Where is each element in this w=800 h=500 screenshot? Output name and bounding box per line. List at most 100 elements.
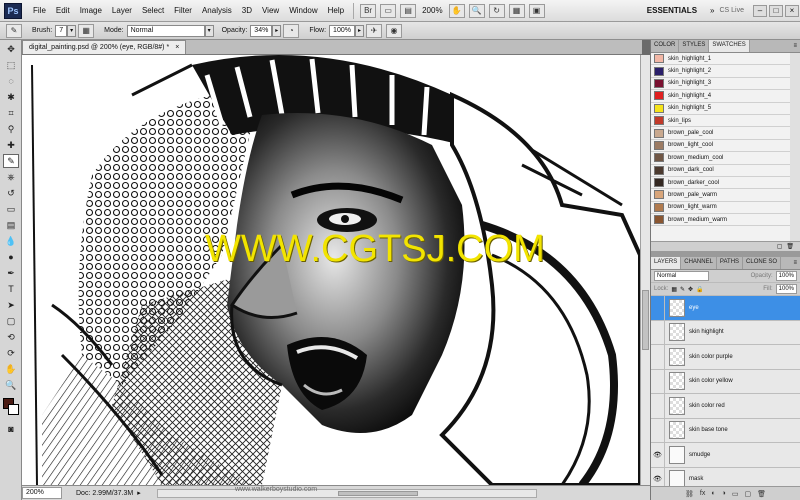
link-icon[interactable]: ⛓ [685,490,694,498]
mini-bridge-icon[interactable]: ▭ [380,3,397,18]
layer-name[interactable]: skin highlight [689,329,724,335]
eye-icon[interactable] [651,418,665,443]
trash-icon[interactable]: 🗑 [757,490,766,498]
new-layer-icon[interactable]: ▢ [744,490,751,498]
tab-channels[interactable]: CHANNEL [681,257,717,269]
layer-row[interactable]: skin color purple [651,344,800,370]
arrange-documents-icon[interactable]: ▦ [508,3,525,18]
menu-select[interactable]: Select [137,0,169,22]
tab-color[interactable]: COLOR [651,40,680,52]
swatch-item[interactable]: brown_pale_cool [651,127,790,140]
swatch-item[interactable]: brown_medium_warm [651,214,790,227]
swatch-item[interactable]: skin_lips [651,115,790,128]
cs-live[interactable]: CS Live [719,7,752,14]
eye-icon[interactable]: 👁 [651,467,665,486]
close-icon[interactable]: × [785,4,799,17]
eye-icon[interactable] [651,344,665,369]
rotate-view-icon[interactable]: ↻ [488,3,505,18]
panel-menu-icon[interactable]: ≡ [790,41,800,52]
scroll-thumb[interactable] [642,290,649,350]
eye-icon[interactable] [651,320,665,345]
color-swatches[interactable] [1,396,21,418]
layer-row[interactable]: 👁 mask [651,467,800,486]
layer-row[interactable]: skin base tone [651,418,800,443]
chevron-right-icon[interactable]: ▸ [272,24,282,37]
shape-tool-icon[interactable]: ▢ [3,314,19,328]
layer-name[interactable]: skin color red [689,403,725,409]
tab-layers[interactable]: LAYERS [651,257,682,269]
path-selection-tool-icon[interactable]: ➤ [3,298,19,312]
menu-window[interactable]: Window [284,0,322,22]
lock-all-icon[interactable]: 🔒 [696,286,703,293]
dodge-tool-icon[interactable]: ● [3,250,19,264]
menu-view[interactable]: View [257,0,284,22]
layer-row[interactable]: 👁 smudge [651,442,800,468]
horizontal-scrollbar[interactable] [156,488,537,498]
eraser-tool-icon[interactable]: ▭ [3,202,19,216]
background-color[interactable] [8,404,19,415]
zoom-tool-icon[interactable]: 🔍 [468,3,485,18]
menu-3d[interactable]: 3D [237,0,257,22]
layer-row[interactable]: eye [651,296,800,321]
type-tool-icon[interactable]: T [3,282,19,296]
healing-brush-tool-icon[interactable]: ✚ [3,138,19,152]
move-tool-icon[interactable]: ✥ [3,42,19,56]
minimize-icon[interactable]: – [753,4,767,17]
new-swatch-icon[interactable]: ▢ [777,243,783,250]
swatch-item[interactable]: brown_pale_warm [651,189,790,202]
brush-tool-preset-icon[interactable]: ✎ [6,23,22,38]
adjustment-icon[interactable]: ◑ [722,490,726,497]
tab-swatches[interactable]: SWATCHES [709,40,750,52]
panel-menu-icon[interactable]: ≡ [790,258,800,269]
pressure-opacity-icon[interactable]: ◔ [283,23,300,38]
brush-size-picker[interactable]: 7 [55,24,68,37]
vertical-scrollbar[interactable] [640,55,650,485]
swatch-item[interactable]: brown_medium_cool [651,152,790,165]
layer-name[interactable]: eye [689,305,699,311]
brush-panel-icon[interactable]: ▦ [78,23,95,38]
chevron-down-icon[interactable]: ▾ [67,24,77,37]
lock-transparency-icon[interactable]: ▦ [671,286,677,293]
mode-select[interactable]: Normal [126,24,205,37]
opacity-field[interactable]: 34% [250,24,273,37]
maximize-icon[interactable]: □ [769,4,783,17]
trash-icon[interactable]: 🗑 [786,243,794,250]
crop-tool-icon[interactable]: ⌗ [3,106,19,120]
document-size-info[interactable]: Doc: 2.99M/37.3M [76,490,133,497]
flow-field[interactable]: 100% [329,24,355,37]
3d-camera-tool-icon[interactable]: ⟳ [3,346,19,360]
scroll-thumb[interactable] [337,490,418,496]
layer-opacity-field[interactable]: 100% [775,271,797,281]
menu-image[interactable]: Image [75,0,107,22]
screen-mode-icon[interactable]: ▣ [528,3,545,18]
eye-icon[interactable] [651,369,665,394]
lock-position-icon[interactable]: ✥ [688,286,693,293]
airbrush-icon[interactable]: ✈ [365,23,382,38]
layer-row[interactable]: skin color yellow [651,369,800,394]
mask-icon[interactable]: ◐ [711,490,715,497]
chevron-right-icon[interactable]: ▸ [137,489,141,497]
menu-file[interactable]: File [28,0,51,22]
clone-stamp-tool-icon[interactable]: ⎈ [3,170,19,184]
document-tab[interactable]: digital_painting.psd @ 200% (eye, RGB/8#… [22,40,187,54]
chevron-right-icon[interactable]: ▸ [354,24,364,37]
tab-styles[interactable]: STYLES [679,40,710,52]
menu-filter[interactable]: Filter [169,0,197,22]
menu-help[interactable]: Help [323,0,349,22]
pressure-size-icon[interactable]: ◉ [385,23,402,38]
layer-name[interactable]: skin color purple [689,354,733,360]
layer-row[interactable]: skin color red [651,393,800,419]
layer-fill-field[interactable]: 100% [775,284,797,294]
layer-name[interactable]: mask [689,476,703,482]
eye-icon[interactable]: 👁 [651,442,665,467]
layer-name[interactable]: smudge [689,452,710,458]
3d-rotate-tool-icon[interactable]: ⟲ [3,330,19,344]
chevron-down-icon[interactable]: ▾ [204,24,214,37]
close-icon[interactable]: × [175,41,179,54]
blend-mode-select[interactable]: Normal [654,271,709,281]
swatch-item[interactable]: skin_highlight_2 [651,65,790,78]
swatch-item[interactable]: brown_dark_cool [651,165,790,177]
swatch-item[interactable]: brown_light_cool [651,140,790,153]
workspace-switcher[interactable]: ESSENTIALS [639,6,705,15]
menu-edit[interactable]: Edit [51,0,75,22]
